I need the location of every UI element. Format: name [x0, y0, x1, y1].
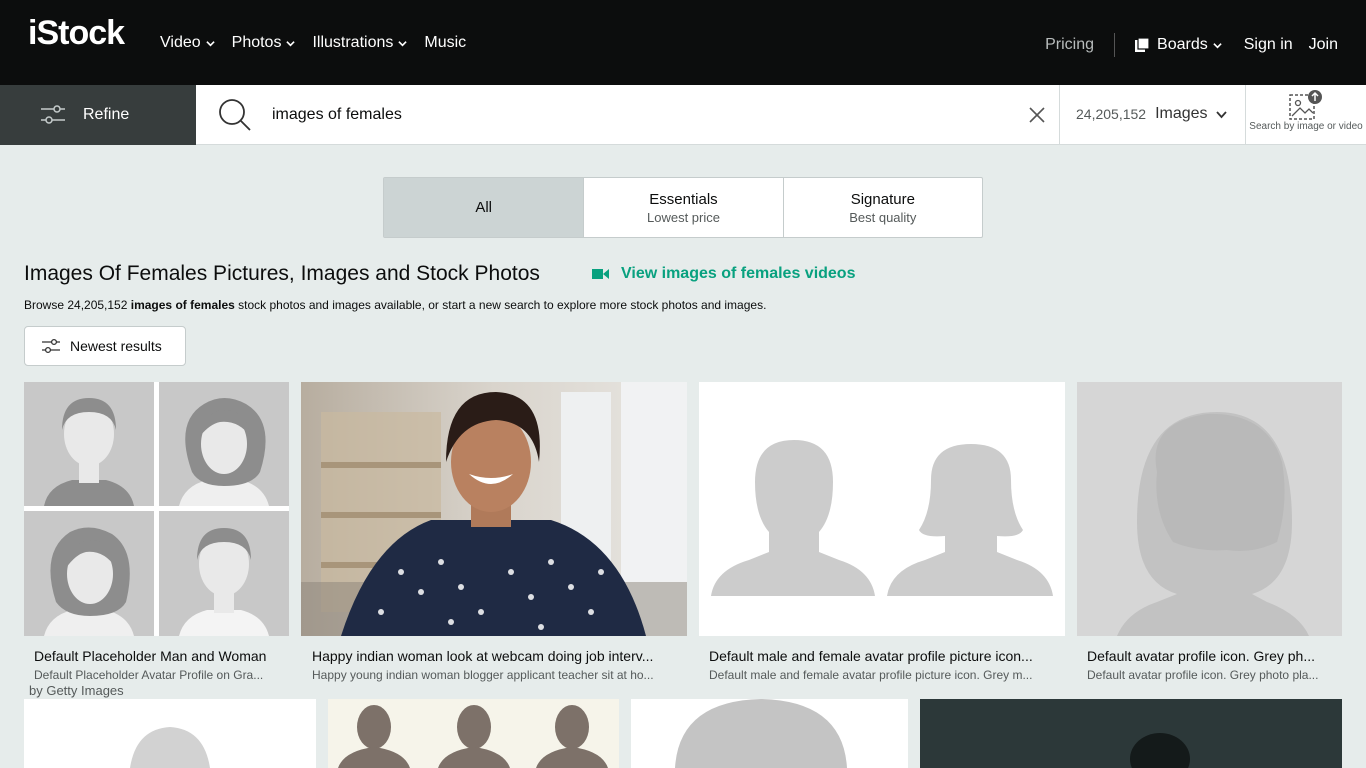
boards-button[interactable]: Boards: [1135, 36, 1222, 54]
result-image-5[interactable]: [24, 699, 316, 768]
search-by-image-label: Search by image or video: [1249, 121, 1363, 132]
result-subtitle-3: Default male and female avatar profile p…: [709, 668, 1033, 682]
sign-in-link[interactable]: Sign in: [1244, 36, 1293, 54]
result-subtitle-1: Default Placeholder Avatar Profile on Gr…: [34, 668, 264, 682]
chevron-down-icon: [1213, 42, 1222, 48]
nav-illustrations-label: Illustrations: [312, 34, 394, 51]
page-title: Images Of Females Pictures, Images and S…: [24, 262, 540, 285]
result-image-4[interactable]: [1077, 382, 1342, 636]
top-navigation: iStock by Getty Images Video Photos Illu…: [0, 0, 1366, 698]
result-image-1[interactable]: [24, 382, 289, 636]
result-title-2[interactable]: Happy indian woman look at webcam doing …: [312, 648, 684, 664]
image-upload-icon: [1289, 90, 1322, 120]
media-type-select[interactable]: 24,205,152 Images: [1076, 105, 1227, 123]
chevron-down-icon: [286, 40, 296, 46]
refine-label: Refine: [83, 106, 130, 123]
tab-all[interactable]: All: [384, 178, 584, 237]
result-image-7[interactable]: [631, 699, 908, 768]
male-female-avatar-image: [699, 382, 1065, 636]
result-count: 24,205,152: [1076, 106, 1147, 122]
avatar-image: [631, 699, 908, 768]
dark-photo: [920, 699, 1342, 768]
nav-music[interactable]: Music: [424, 33, 466, 53]
silhouettes-image: [328, 699, 619, 768]
license-filter: All Essentials Lowest price Signature Be…: [383, 177, 983, 238]
browse-query: images of females: [130, 298, 235, 312]
result-subtitle-4: Default avatar profile icon. Grey photo …: [1087, 668, 1319, 682]
view-videos-label: View images of females videos: [621, 265, 856, 282]
search-input[interactable]: [272, 99, 1012, 131]
nav-illustrations[interactable]: Illustrations: [312, 33, 408, 53]
sort-label: Newest results: [70, 338, 162, 354]
nav-video-label: Video: [160, 34, 201, 51]
main-nav: Video Photos Illustrations Music: [160, 33, 483, 53]
tab-signature-sub: Best quality: [849, 209, 917, 225]
result-title-4[interactable]: Default avatar profile icon. Grey ph...: [1087, 648, 1337, 664]
nav-right: Pricing Boards Sign in Join: [1045, 33, 1338, 57]
media-type-label: Images: [1155, 105, 1208, 122]
boards-label: Boards: [1157, 36, 1208, 53]
nav-photos[interactable]: Photos: [232, 33, 296, 53]
chevron-down-icon: [398, 40, 408, 46]
search-icon[interactable]: [217, 97, 253, 133]
result-title-3[interactable]: Default male and female avatar profile p…: [709, 648, 1059, 664]
nav-music-label: Music: [424, 34, 467, 51]
video-camera-icon: [592, 269, 609, 279]
woman-webcam-photo: [301, 382, 687, 636]
female-avatar-image: [1077, 382, 1342, 636]
logo-main: iStock: [28, 14, 125, 52]
nav-video[interactable]: Video: [160, 33, 215, 53]
view-videos-link[interactable]: View images of females videos: [592, 265, 855, 283]
istock-logo[interactable]: iStock by Getty Images: [28, 14, 125, 698]
avatar-image: [24, 699, 316, 768]
search-bar: Refine 24,205,152 Images Search by image…: [0, 85, 1366, 145]
browse-prefix: Browse 24,205,152: [24, 298, 131, 312]
sliders-icon: [41, 105, 65, 124]
nav-photos-label: Photos: [231, 34, 282, 51]
chevron-down-icon: [1215, 110, 1227, 118]
result-image-8[interactable]: [920, 699, 1342, 768]
result-subtitle-2: Happy young indian woman blogger applica…: [312, 668, 654, 682]
close-icon[interactable]: [1028, 106, 1046, 124]
logo-sub: by Getty Images: [29, 684, 124, 698]
tab-all-label: All: [475, 199, 492, 216]
sort-button[interactable]: Newest results: [24, 326, 186, 366]
tab-signature-label: Signature: [850, 190, 915, 208]
tab-essentials-label: Essentials: [649, 190, 718, 208]
result-image-6[interactable]: [328, 699, 619, 768]
result-image-3[interactable]: [699, 382, 1065, 636]
chevron-down-icon: [205, 40, 215, 46]
search-by-image-button[interactable]: Search by image or video: [1246, 85, 1366, 145]
divider: [1059, 85, 1060, 145]
boards-icon: [1135, 38, 1150, 52]
tab-essentials[interactable]: Essentials Lowest price: [583, 178, 782, 237]
browse-suffix: stock photos and images available, or st…: [234, 298, 767, 312]
pricing-link[interactable]: Pricing: [1045, 36, 1094, 54]
nav-divider: [1114, 33, 1116, 57]
join-link[interactable]: Join: [1309, 36, 1338, 54]
browse-description: Browse 24,205,152 images of females stoc…: [24, 298, 766, 312]
result-image-2[interactable]: [301, 382, 687, 636]
tab-signature[interactable]: Signature Best quality: [782, 178, 982, 237]
result-title-1[interactable]: Default Placeholder Man and Woman: [34, 648, 284, 664]
placeholder-avatars-image: [24, 382, 289, 636]
refine-button[interactable]: Refine: [0, 85, 196, 145]
tab-essentials-sub: Lowest price: [647, 209, 720, 225]
sliders-icon: [42, 338, 60, 354]
